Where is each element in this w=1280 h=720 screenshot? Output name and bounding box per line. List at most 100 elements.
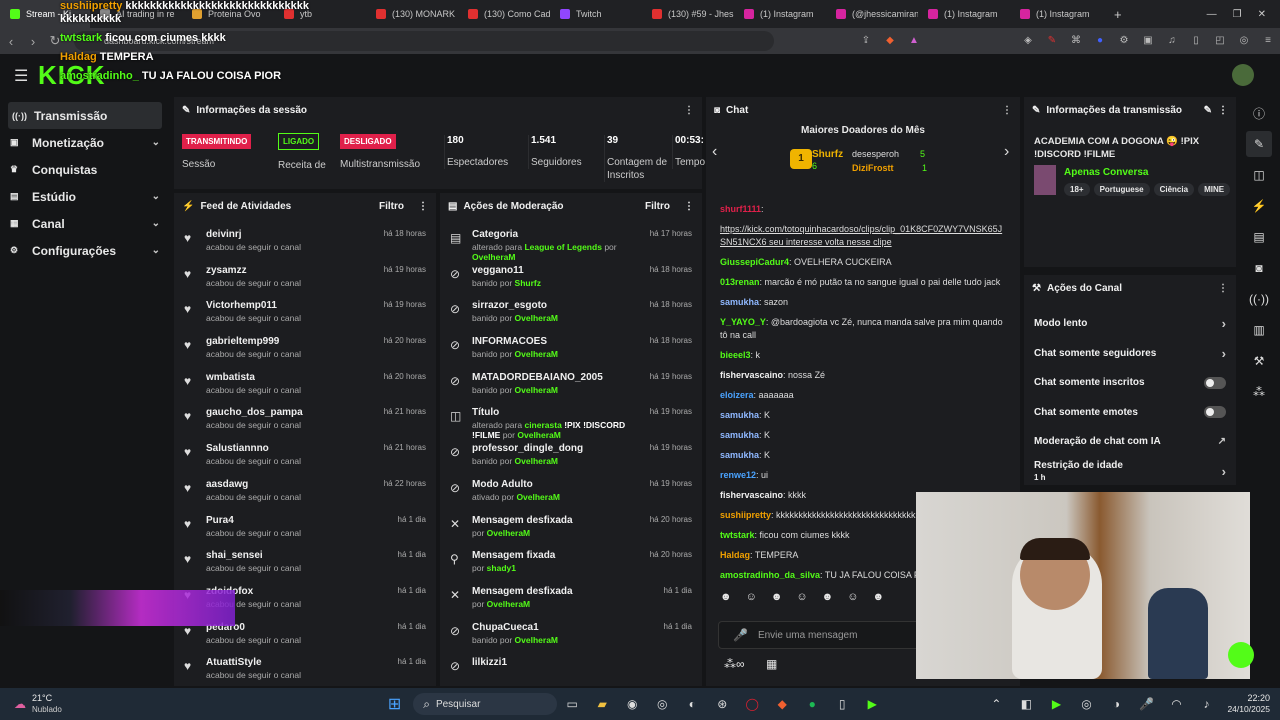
chat-message[interactable]: renwe12: ui (706, 469, 1020, 482)
share-icon[interactable]: ⇪ (858, 35, 874, 47)
chat-message[interactable]: samukha: K (706, 449, 1020, 462)
moderation-target[interactable]: INFORMACOES (472, 336, 640, 347)
moderation-row[interactable]: ⊘ INFORMACOES banido por OvelheraM há 18 ho… (440, 330, 702, 366)
stream-category[interactable]: Apenas Conversa (1064, 167, 1148, 178)
emote-icon[interactable]: ☻ (720, 591, 732, 609)
moderator-name[interactable]: OvelheraM (487, 599, 530, 609)
extension-icon[interactable]: ♫ (1164, 35, 1180, 47)
chat-username[interactable]: shurf1111 (720, 204, 761, 214)
feed-row[interactable]: ♥ gabrieltemp999 acabou de seguir o canal h… (174, 330, 436, 366)
moderation-row[interactable]: ⊘ MATADORDEBAIANO_2005 banido por Ovelhera… (440, 366, 702, 402)
windows-start-icon[interactable]: ⊞ (388, 694, 401, 714)
channel-action-row[interactable]: Chat somente inscritos (1024, 368, 1236, 398)
feed-filter-button[interactable]: Filtro (379, 201, 404, 212)
lightning-icon[interactable]: ⚡ (1246, 193, 1272, 219)
wifi-icon[interactable]: ◠ (1166, 694, 1186, 714)
chat-message[interactable]: eloizera: aaaaaaa (706, 389, 1020, 402)
back-icon[interactable]: ‹ (0, 34, 22, 49)
chat-message[interactable]: samukha: sazon (706, 296, 1020, 309)
moderation-target[interactable]: sirrazor_esgoto (472, 300, 640, 311)
chat-message[interactable]: fishervascaino: nossa Zé (706, 369, 1020, 382)
moderation-row[interactable]: ⚲ Mensagem fixada por shady1 há 20 horas (440, 544, 702, 580)
store-icon[interactable]: ▦ (766, 657, 777, 671)
moderator-name[interactable]: OvelheraM (515, 635, 558, 645)
moderation-target[interactable]: Mensagem desfixada (472, 586, 654, 597)
chat-username[interactable]: twtstark (720, 530, 755, 540)
emoji-icon[interactable]: ⁂∞ (724, 657, 745, 671)
feed-username[interactable]: Pura4 (206, 515, 388, 526)
maximize-icon[interactable]: ❐ (1233, 9, 1242, 20)
tray-icon[interactable]: ▶ (1046, 694, 1066, 714)
sidebar-item-gear[interactable]: ⚙ Configurações ⌄ (0, 237, 170, 264)
kebab-menu-icon[interactable]: ⋮ (1218, 105, 1228, 116)
kebab-menu-icon[interactable]: ⋮ (418, 201, 428, 212)
moderator-name[interactable]: shady1 (487, 563, 516, 573)
feed-row[interactable]: ♥ gaucho_dos_pampa acabou de seguir o cana… (174, 401, 436, 437)
moderation-target[interactable]: MATADORDEBAIANO_2005 (472, 372, 640, 383)
feed-row[interactable]: ♥ zysamzz acabou de seguir o canal há 19 ho… (174, 259, 436, 295)
prev-arrow-icon[interactable]: ‹ (712, 143, 717, 161)
mic-icon[interactable]: 🎤 (1136, 694, 1156, 714)
vpn-icon[interactable]: ◎ (1236, 35, 1252, 47)
tray-icon[interactable]: ◧ (1016, 694, 1036, 714)
emote-icon[interactable]: ☻ (771, 591, 783, 609)
channel-action-row[interactable]: Moderação de chat com IA ↗ (1024, 427, 1236, 457)
feed-username[interactable]: zysamzz (206, 265, 374, 276)
emote-icon[interactable]: ☻ (872, 591, 884, 609)
file-explorer-icon[interactable]: ▰ (592, 694, 612, 714)
chat-message[interactable]: 013renan: marcão é mó putão ta no sangue… (706, 276, 1020, 289)
moderation-target[interactable]: Mensagem fixada (472, 550, 640, 561)
next-arrow-icon[interactable]: › (1004, 143, 1009, 161)
kebab-menu-icon[interactable]: ⋮ (1002, 105, 1012, 116)
browser-tab[interactable]: (1) Instagram (918, 0, 1010, 28)
kick-app-icon[interactable]: ▶ (862, 694, 882, 714)
moderation-target[interactable]: Modo Adulto (472, 479, 640, 490)
feed-username[interactable]: wmbatista (206, 372, 374, 383)
moderator-name[interactable]: OvelheraM (515, 313, 558, 323)
moderator-name[interactable]: OvelheraM (515, 349, 558, 359)
feed-row[interactable]: ♥ Victorhemp011 acabou de seguir o canal há… (174, 294, 436, 330)
chat-username[interactable]: samukha (720, 297, 759, 307)
chat-message[interactable]: GiussepiCadur4: OVELHERA CUCKEIRA (706, 256, 1020, 269)
browser-tab[interactable]: (1) Instagram (1010, 0, 1102, 28)
sidebar-item-money[interactable]: ▣ Monetização ⌄ (0, 129, 170, 156)
avatar[interactable] (1232, 64, 1254, 86)
chat-icon[interactable]: ◙ (1246, 255, 1272, 281)
chat-message[interactable]: Y_YAYO_Y: @bardoagiota vc Zé, nunca mand… (706, 316, 1020, 342)
moderation-row[interactable]: ◫ Título alterado para cinerasta !PIX !DIS… (440, 401, 702, 440)
chat-message[interactable]: samukha: K (706, 429, 1020, 442)
moderation-target[interactable]: Mensagem desfixada (472, 515, 640, 526)
chevron-down-icon[interactable]: ⌄ (152, 218, 160, 229)
moderation-target[interactable]: professor_dingle_dong (472, 443, 640, 454)
browser-tab[interactable]: (130) #59 - Jhes (642, 0, 734, 28)
browser-tab[interactable]: (1) Instagram (734, 0, 826, 28)
moderator-name[interactable]: OvelheraM (516, 492, 559, 502)
chat-message[interactable]: https://kick.com/totoquinhacardoso/clips… (706, 223, 1020, 249)
moderator-name[interactable]: OvelheraM (515, 456, 558, 466)
moderation-row[interactable]: ⊘ professor_dingle_dong banido por Ovelher… (440, 437, 702, 473)
tray-chevron-icon[interactable]: ⌃ (986, 694, 1006, 714)
chevron-down-icon[interactable]: ⌄ (152, 191, 160, 202)
extension-icon[interactable]: ◈ (1020, 35, 1036, 47)
moderator-name[interactable]: OvelheraM (517, 430, 560, 440)
volume-icon[interactable]: ♪ (1196, 694, 1216, 714)
chevron-down-icon[interactable]: ⌄ (152, 245, 160, 256)
chat-username[interactable]: renwe12 (720, 470, 756, 480)
kebab-menu-icon[interactable]: ⋮ (684, 201, 694, 212)
whatsapp-icon[interactable] (1228, 642, 1254, 668)
app-icon[interactable]: ◐ (682, 694, 702, 714)
menu-icon[interactable]: ≡ (1260, 35, 1276, 47)
extension-icon[interactable]: ▣ (1140, 35, 1156, 47)
moderation-target[interactable]: Categoria (472, 229, 640, 240)
chat-username[interactable]: samukha (720, 430, 759, 440)
app-icon[interactable]: ◎ (652, 694, 672, 714)
chat-message[interactable]: bieeel3: k (706, 349, 1020, 362)
stream-tag[interactable]: MINE (1198, 183, 1231, 196)
document-icon[interactable]: ▤ (1246, 224, 1272, 250)
moderation-target[interactable]: lilkizzi1 (472, 657, 682, 668)
chat-username[interactable]: fishervascaino (720, 490, 783, 500)
sidebar-item-broadcast[interactable]: ((·)) Transmissão (8, 102, 162, 129)
moderator-name[interactable]: OvelheraM (472, 252, 515, 262)
feed-row[interactable]: ♥ deivinrj acabou de seguir o canal há 18 h… (174, 223, 436, 259)
moderator-name[interactable]: Shurfz (515, 278, 541, 288)
